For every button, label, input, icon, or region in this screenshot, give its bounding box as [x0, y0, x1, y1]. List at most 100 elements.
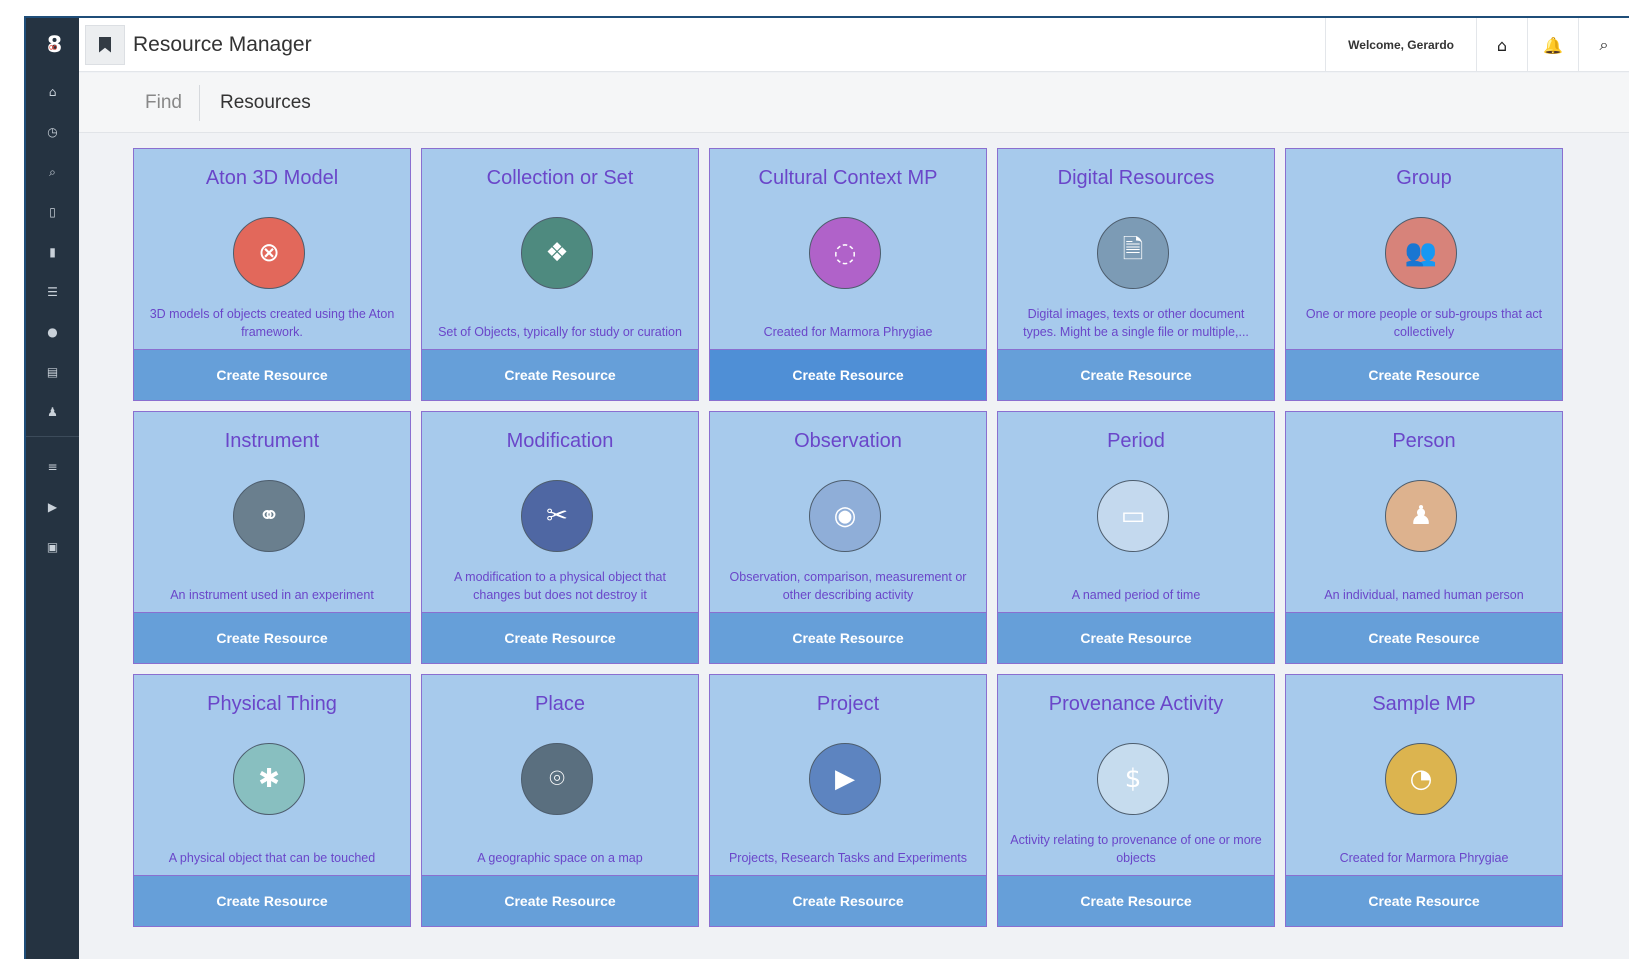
bookmark-icon[interactable]: ▮ [26, 232, 79, 272]
card-description-text: Set of Objects, typically for study or c… [438, 325, 682, 339]
create-resource-button[interactable]: Create Resource [422, 349, 698, 400]
user-icon[interactable]: ♟ [26, 392, 79, 432]
home-icon[interactable]: ⌂ [26, 72, 79, 112]
aton-icon: ⊗ [233, 217, 305, 289]
asterisk-icon: ✱ [233, 743, 305, 815]
align-left-icon[interactable]: ≡ [26, 447, 79, 487]
card-title: Period [1107, 430, 1165, 452]
create-resource-button[interactable]: Create Resource [998, 875, 1274, 926]
file-icon[interactable]: ▤ [26, 352, 79, 392]
image-icon[interactable]: ▣ [26, 527, 79, 567]
card-description-text: Created for Marmora Phrygiae [763, 325, 933, 339]
card-title: Collection or Set [486, 167, 634, 189]
card-description: Set of Objects, typically for study or c… [434, 297, 686, 341]
create-resource-button[interactable]: Create Resource [710, 875, 986, 926]
sidebar: 8 ∞ ⌂ ◷ ⌕ ▯ ▮ ☰ ● ▤ ♟ ≡ ▶ ▣ [26, 18, 79, 959]
user-icon: ♟ [1385, 480, 1457, 552]
bookmark-icon [99, 36, 111, 53]
resources-link[interactable]: Resources [220, 92, 311, 114]
card-description: Digital images, texts or other document … [1010, 297, 1262, 341]
binoculars-icon: ⚭ [233, 480, 305, 552]
users-icon: 👥 [1385, 217, 1457, 289]
dollar-icon: $ [1097, 743, 1169, 815]
create-resource-button[interactable]: Create Resource [998, 612, 1274, 663]
card-description: Activity relating to provenance of one o… [1010, 823, 1262, 867]
card-description: An instrument used in an experiment [146, 560, 398, 604]
book-icon[interactable]: ▯ [26, 192, 79, 232]
resource-card: Collection or Set ❖ Set of Objects, typica… [421, 148, 699, 401]
card-description-text: A modification to a physical object that… [454, 570, 666, 602]
bell-icon[interactable]: 🔔 [1527, 18, 1578, 72]
create-resource-button[interactable]: Create Resource [134, 612, 410, 663]
card-description: A geographic space on a map [434, 823, 686, 867]
page-title: Resource Manager [133, 32, 312, 56]
resource-card: Digital Resources 🗎 Digital images, texts … [997, 148, 1275, 401]
card-description-text: A geographic space on a map [477, 851, 643, 865]
create-resource-button[interactable]: Create Resource [1286, 349, 1562, 400]
create-resource-button[interactable]: Create Resource [422, 875, 698, 926]
resource-card: Cultural Context MP ◌ Created for Marmora … [709, 148, 987, 401]
app-logo[interactable]: 8 ∞ [26, 18, 79, 72]
create-resource-button[interactable]: Create Resource [134, 349, 410, 400]
resource-card: Physical Thing ✱ A physical object that ca… [133, 674, 411, 927]
create-resource-button[interactable]: Create Resource [710, 349, 986, 400]
resource-card: Project ▶ Projects, Research Tasks and Exp… [709, 674, 987, 927]
create-resource-button[interactable]: Create Resource [998, 349, 1274, 400]
card-description-text: A physical object that can be touched [168, 851, 376, 865]
welcome-user-menu[interactable]: Welcome, Gerardo [1325, 18, 1476, 72]
list-icon[interactable]: ☰ [26, 272, 79, 312]
scissors-icon: ✂ [521, 480, 593, 552]
card-description-text: A named period of time [1071, 588, 1201, 602]
home-icon[interactable]: ⌂ [1476, 18, 1527, 72]
card-description: One or more people or sub-groups that ac… [1298, 297, 1550, 341]
resource-card: Period ▭ A named period of time Create Reso… [997, 411, 1275, 664]
card-title: Provenance Activity [1048, 693, 1224, 715]
card-title: Cultural Context MP [758, 167, 938, 189]
card-title: Observation [794, 430, 902, 452]
card-description: A physical object that can be touched [146, 823, 398, 867]
card-title: Person [1392, 430, 1456, 452]
resource-card: Person ♟ An individual, named human person… [1285, 411, 1563, 664]
eye-icon: ◉ [809, 480, 881, 552]
app-window: 8 ∞ ⌂ ◷ ⌕ ▯ ▮ ☰ ● ▤ ♟ ≡ ▶ ▣ Resource Manager Welcome… [24, 16, 1629, 959]
card-description: Projects, Research Tasks and Experiments [722, 823, 974, 867]
create-resource-button[interactable]: Create Resource [134, 875, 410, 926]
card-title: Aton 3D Model [205, 167, 339, 189]
find-link[interactable]: Find [145, 84, 200, 121]
pie-chart-icon: ◔ [1385, 743, 1457, 815]
document-icon: 🗎 [1097, 217, 1169, 289]
resource-card: Instrument ⚭ An instrument used in an expe… [133, 411, 411, 664]
search-icon[interactable]: ⌕ [1578, 18, 1629, 72]
sidebar-divider [26, 436, 79, 437]
create-resource-button[interactable]: Create Resource [422, 612, 698, 663]
card-description: Observation, comparison, measurement or … [722, 560, 974, 604]
resource-card: Modification ✂ A modification to a physica… [421, 411, 699, 664]
card-description-text: Observation, comparison, measurement or … [729, 570, 967, 602]
card-description: Created for Marmora Phrygiae [722, 297, 974, 341]
create-resource-button[interactable]: Create Resource [1286, 875, 1562, 926]
calendar-icon: ▭ [1097, 480, 1169, 552]
card-title: Physical Thing [207, 693, 337, 715]
card-description: An individual, named human person [1298, 560, 1550, 604]
card-title: Group [1396, 167, 1452, 189]
top-right-controls: Welcome, Gerardo ⌂ 🔔 ⌕ [1325, 18, 1629, 72]
circle-notch-icon: ◌ [809, 217, 881, 289]
card-description: Created for Marmora Phrygiae [1298, 823, 1550, 867]
globe-icon[interactable]: ● [26, 312, 79, 352]
map-marker-icon: ⌾ [521, 743, 593, 815]
resource-card: Sample MP ◔ Created for Marmora Phrygiae Cr… [1285, 674, 1563, 927]
bookmark-button[interactable] [85, 24, 125, 65]
card-description-text: 3D models of objects created using the A… [149, 307, 395, 339]
resource-card: Provenance Activity $ Activity relating to… [997, 674, 1275, 927]
create-resource-button[interactable]: Create Resource [1286, 612, 1562, 663]
play-circle-icon[interactable]: ▶ [26, 487, 79, 527]
card-description-text: One or more people or sub-groups that ac… [1305, 307, 1543, 339]
breadcrumb: Find Resources [79, 73, 1629, 133]
create-resource-button[interactable]: Create Resource [710, 612, 986, 663]
search-icon[interactable]: ⌕ [26, 152, 79, 192]
top-bar: Resource Manager Welcome, Gerardo ⌂ 🔔 ⌕ [79, 18, 1629, 72]
clock-icon[interactable]: ◷ [26, 112, 79, 152]
cubes-icon: ❖ [521, 217, 593, 289]
card-description-text: An individual, named human person [1324, 588, 1524, 602]
card-title: Instrument [224, 430, 320, 452]
